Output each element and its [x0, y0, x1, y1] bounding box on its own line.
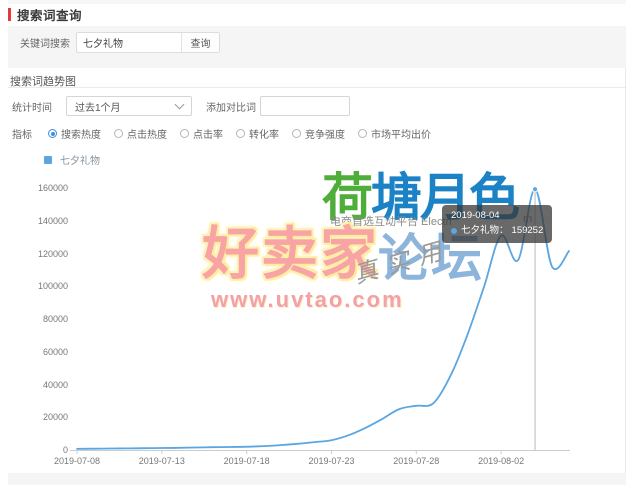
- radio-icon: [236, 129, 245, 138]
- legend-label: 七夕礼物: [60, 152, 100, 167]
- tooltip-date: 2019-08-04: [451, 209, 543, 222]
- compare-word-label: 添加对比词: [206, 99, 256, 114]
- keyword-input-group: 查询: [76, 32, 220, 53]
- page-title: 搜索词查询: [17, 5, 82, 24]
- watermark-seller: 好卖家: [202, 208, 379, 290]
- metric-radio-6[interactable]: 市场平均出价: [358, 126, 431, 141]
- page-header: 搜索词查询: [8, 6, 82, 22]
- tooltip-value: 159252: [512, 224, 544, 238]
- x-axis-label: 2019-07-08: [41, 456, 113, 466]
- chevron-down-icon: [175, 100, 185, 110]
- y-axis-label: 40000: [8, 380, 68, 390]
- metric-radio-5[interactable]: 竞争强度: [292, 126, 345, 141]
- y-axis-label: 160000: [8, 183, 68, 193]
- chart-legend[interactable]: 七夕礼物: [44, 152, 100, 167]
- keyword-input[interactable]: [77, 33, 181, 52]
- radio-icon: [292, 129, 301, 138]
- compare-word-input[interactable]: [260, 96, 350, 116]
- y-axis-label: 0: [8, 445, 68, 455]
- y-axis-label: 100000: [8, 281, 68, 291]
- legend-swatch-icon: [44, 156, 52, 164]
- tooltip-series-row: 七夕礼物 ： 159252: [451, 224, 543, 238]
- radio-icon: [358, 129, 367, 138]
- section-divider: [8, 87, 625, 88]
- metric-radio-1[interactable]: 搜索热度: [48, 126, 101, 141]
- radio-icon: [180, 129, 189, 138]
- metric-radio-label: 点击率: [193, 126, 223, 141]
- search-term-query-page: 搜索词查询 关键词搜索 查询 搜索词趋势图 统计时间 过去1个月 添加对比词 指…: [0, 0, 640, 489]
- metric-radio-label: 点击热度: [127, 126, 167, 141]
- keyword-search-label: 关键词搜索: [20, 35, 70, 50]
- metric-row: 指标 搜索热度 点击热度 点击率 转化率 竞争强度 市场平均出价: [12, 126, 444, 141]
- metric-radio-4[interactable]: 转化率: [236, 126, 279, 141]
- title-accent-bar: [8, 8, 11, 21]
- y-axis-label: 80000: [8, 314, 68, 324]
- y-axis-label: 60000: [8, 347, 68, 357]
- query-button[interactable]: 查询: [181, 33, 219, 52]
- stat-time-value: 过去1个月: [67, 99, 176, 114]
- top-divider: [8, 0, 626, 4]
- x-axis-label: 2019-07-18: [211, 456, 283, 466]
- y-axis-label: 140000: [8, 216, 68, 226]
- tooltip-separator: ：: [499, 224, 509, 238]
- metric-radio-label: 搜索热度: [61, 126, 101, 141]
- x-axis-label: 2019-07-23: [295, 456, 367, 466]
- chart-controls: 统计时间 过去1个月 添加对比词: [12, 96, 350, 116]
- metric-radio-3[interactable]: 点击率: [180, 126, 223, 141]
- stat-time-select[interactable]: 过去1个月: [66, 96, 192, 116]
- chart-tooltip: 2019-08-04 七夕礼物 ： 159252: [442, 205, 552, 243]
- stat-time-label: 统计时间: [12, 99, 52, 114]
- x-axis-label: 2019-08-02: [465, 456, 537, 466]
- keyword-search-row: 关键词搜索 查询: [20, 32, 220, 53]
- x-axis-label: 2019-07-28: [380, 456, 452, 466]
- radio-selected-icon: [48, 129, 57, 138]
- x-axis-label: 2019-07-13: [126, 456, 198, 466]
- watermark-url: www.uvtao.com: [211, 287, 404, 313]
- metric-radio-label: 竞争强度: [305, 126, 345, 141]
- metric-radio-2[interactable]: 点击热度: [114, 126, 167, 141]
- radio-icon: [114, 129, 123, 138]
- metric-radio-group: 搜索热度 点击热度 点击率 转化率 竞争强度 市场平均出价: [48, 126, 444, 141]
- metric-label: 指标: [12, 126, 32, 141]
- metric-radio-label: 市场平均出价: [371, 126, 431, 141]
- y-axis-label: 20000: [8, 412, 68, 422]
- y-axis-label: 120000: [8, 249, 68, 259]
- bottom-strip: [8, 473, 626, 485]
- series-marker-icon: [451, 228, 457, 234]
- tooltip-series-name: 七夕礼物: [461, 224, 499, 238]
- metric-radio-label: 转化率: [249, 126, 279, 141]
